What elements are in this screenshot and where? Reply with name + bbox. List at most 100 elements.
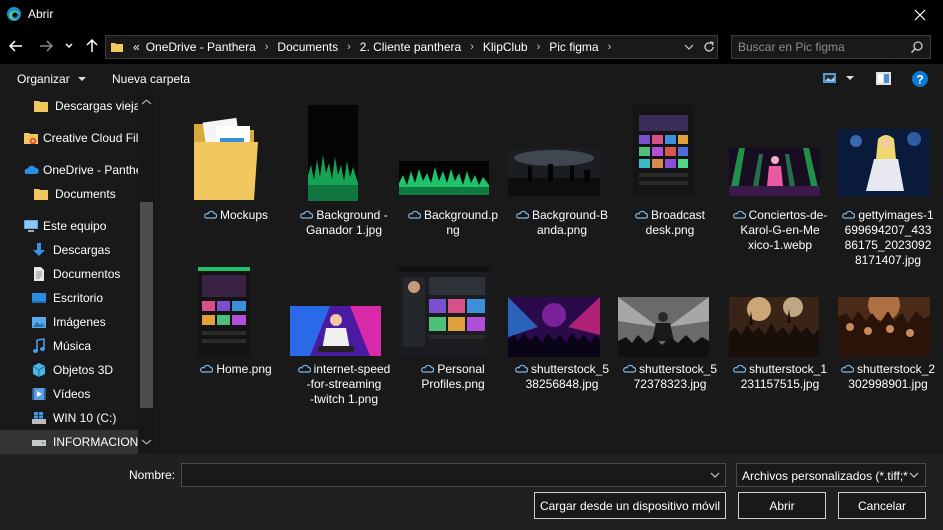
chevron-right-icon[interactable]: › [341, 41, 357, 53]
cancel-button[interactable]: Cancelar [838, 492, 926, 519]
cube-3d-icon [32, 363, 46, 377]
file-item-background-ganador[interactable]: Background - Ganador 1.jpg [290, 102, 398, 262]
sidebar-item-descargas-viejas[interactable]: Descargas viejas [0, 94, 138, 118]
breadcrumb-pic-figma[interactable]: Pic figma [546, 40, 601, 54]
close-button[interactable] [897, 0, 943, 30]
creative-cloud-icon [24, 133, 38, 145]
file-name-field[interactable] [181, 463, 726, 487]
file-name-line: Profiles.png [421, 377, 485, 391]
sidebar-item-onedrive[interactable]: OneDrive - Panthe [0, 158, 138, 182]
sidebar-item-informacion[interactable]: INFORMACION [0, 430, 138, 454]
file-item-background-banda[interactable]: Background-B anda.png [508, 102, 616, 262]
sidebar-item-videos[interactable]: Vídeos [0, 382, 138, 406]
chevron-down-icon[interactable] [709, 469, 721, 481]
file-name-line: -twitch 1.png [309, 392, 379, 406]
file-item-shutterstock-538256848[interactable]: shutterstock_5 38256848.jpg [508, 264, 616, 424]
organize-menu[interactable]: Organizar [17, 72, 87, 86]
thumbnail [290, 102, 398, 202]
open-button[interactable]: Abrir [738, 492, 826, 519]
image-thumbnail [729, 148, 820, 196]
sidebar-item-label: Este equipo [43, 219, 107, 233]
sidebar-item-documents[interactable]: Documents [0, 182, 138, 206]
command-bar: Organizar Nueva carpeta ? [0, 64, 943, 94]
sidebar-item-win10-drive[interactable]: WIN 10 (C:) [0, 406, 138, 430]
preview-pane-icon[interactable] [875, 71, 892, 86]
file-name: shutterstock_5 38256848.jpg [508, 362, 616, 392]
file-item-shutterstock-1231157515[interactable]: shutterstock_1 231157515.jpg [726, 264, 834, 424]
music-note-icon [33, 338, 45, 353]
scroll-up-icon[interactable] [141, 98, 152, 106]
folder-icon [194, 117, 258, 200]
new-folder-button[interactable]: Nueva carpeta [112, 72, 190, 86]
file-item-internet-speed[interactable]: internet-speed -for-streaming -twitch 1.… [290, 264, 398, 424]
file-name: shutterstock_2 302998901.jpg [834, 362, 942, 392]
breadcrumb-documents[interactable]: Documents [274, 40, 341, 54]
document-icon [34, 267, 44, 281]
recent-locations-button[interactable] [64, 38, 76, 56]
file-item-background-png[interactable]: Background.p ng [399, 102, 507, 262]
breadcrumb: « OneDrive - Panthera › Documents › 2. C… [130, 36, 617, 58]
file-item-gettyimages[interactable]: gettyimages-1 699694207_433 86175_202309… [834, 102, 942, 267]
view-options-caret-icon[interactable] [845, 74, 855, 82]
scroll-thumb[interactable] [140, 202, 153, 408]
file-name: Home.png [182, 362, 290, 377]
file-item-home[interactable]: Home.png [182, 264, 290, 424]
sidebar-item-este-equipo[interactable]: Este equipo [0, 214, 138, 238]
file-item-broadcast-desk[interactable]: Broadcast desk.png [616, 102, 724, 262]
breadcrumb-klipclub[interactable]: KlipClub [480, 40, 531, 54]
image-thumbnail [508, 148, 600, 196]
refresh-icon[interactable] [701, 39, 717, 55]
file-name-line: Personal [437, 362, 485, 376]
video-icon [32, 388, 46, 400]
chevron-right-icon[interactable]: › [259, 41, 275, 53]
file-name: Background.p ng [399, 208, 507, 238]
sidebar-item-objetos-3d[interactable]: Objetos 3D [0, 358, 138, 382]
download-arrow-icon [33, 243, 45, 256]
file-type-selected: Archivos personalizados (*.tiff;* [742, 469, 908, 483]
file-item-conciertos-karol-g[interactable]: Conciertos-de- Karol-G-en-Me xico-1.webp [726, 102, 834, 262]
breadcrumb-onedrive[interactable]: OneDrive - Panthera [143, 40, 259, 54]
chevron-right-icon[interactable]: › [464, 41, 480, 53]
sidebar-item-imagenes[interactable]: Imágenes [0, 310, 138, 334]
chevron-right-icon[interactable]: › [602, 41, 618, 53]
sidebar-item-label: Descargas viejas [55, 99, 138, 113]
file-item-mockups[interactable]: Mockups [182, 102, 290, 262]
file-item-personal-profiles[interactable]: Personal Profiles.png [399, 264, 507, 424]
forward-button[interactable] [38, 38, 58, 56]
image-thumbnail [399, 267, 489, 357]
file-name-input[interactable] [186, 467, 696, 483]
sidebar-item-creative-cloud[interactable]: Creative Cloud Fil [0, 126, 138, 150]
sidebar-item-label: Música [53, 339, 92, 353]
breadcrumb-overflow[interactable]: « [130, 40, 143, 54]
address-bar[interactable]: « OneDrive - Panthera › Documents › 2. C… [105, 35, 718, 59]
back-button[interactable] [8, 38, 28, 56]
scroll-down-icon[interactable] [141, 438, 152, 446]
search-box[interactable] [731, 35, 931, 59]
sidebar-item-label: Documentos [53, 267, 121, 281]
drive-icon [32, 440, 46, 446]
chevron-right-icon[interactable]: › [531, 41, 547, 53]
breadcrumb-cliente[interactable]: 2. Cliente panthera [357, 40, 464, 54]
change-view-icon[interactable] [822, 71, 838, 85]
address-history-chevron-icon[interactable] [681, 39, 697, 55]
upload-from-mobile-button[interactable]: Cargar desde un dispositivo móvil [534, 492, 726, 519]
cloud-status-icon [516, 210, 530, 219]
sidebar-item-escritorio[interactable]: Escritorio [0, 286, 138, 310]
sidebar-item-documentos[interactable]: Documentos [0, 262, 138, 286]
window-title: Abrir [28, 7, 54, 21]
arrow-up-icon [86, 38, 98, 52]
image-thumbnail [838, 297, 930, 357]
up-button[interactable] [84, 38, 104, 56]
cloud-status-icon [200, 364, 214, 373]
search-input[interactable] [738, 39, 908, 55]
file-item-shutterstock-2302998901[interactable]: shutterstock_2 302998901.jpg [834, 264, 942, 424]
thumbnail [834, 264, 942, 364]
thumbnail [616, 102, 724, 202]
cloud-status-icon [635, 210, 649, 219]
sidebar-item-musica[interactable]: Música [0, 334, 138, 358]
help-icon[interactable]: ? [911, 70, 929, 88]
file-item-shutterstock-572378323[interactable]: shutterstock_5 72378323.jpg [616, 264, 724, 424]
file-type-select[interactable]: Archivos personalizados (*.tiff;* [736, 463, 926, 487]
sidebar-scrollbar[interactable] [138, 94, 155, 454]
sidebar-item-descargas[interactable]: Descargas [0, 238, 138, 262]
